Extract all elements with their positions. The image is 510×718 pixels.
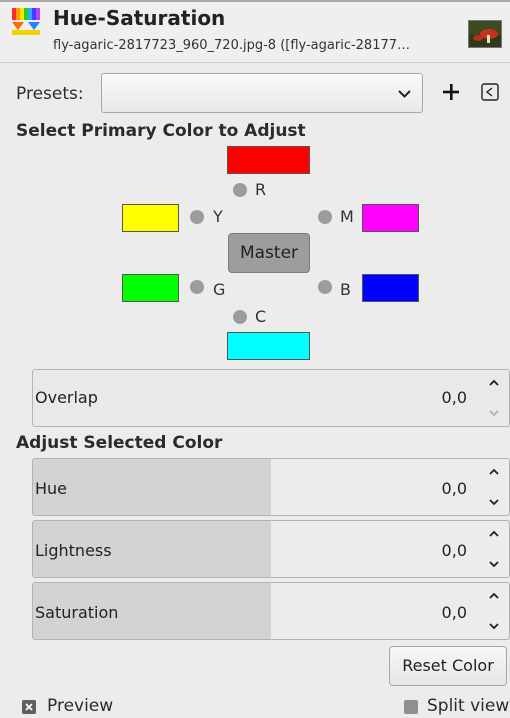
preset-menu-icon[interactable] [480,82,500,102]
increment-icon[interactable] [487,589,501,603]
preview-label: Preview [47,696,114,716]
yellow-swatch[interactable] [122,204,179,232]
decrement-icon[interactable] [487,557,501,571]
saturation-spinscale[interactable]: Saturation 0,0 [32,582,510,640]
saturation-label: Saturation [35,603,119,622]
blue-swatch[interactable] [362,274,419,302]
preview-checkbox[interactable] [22,700,36,714]
image-name: fly-agaric-2817723_960_720.jpg-8 ([fly-a… [53,38,411,53]
red-radio[interactable] [233,183,247,197]
lightness-label: Lightness [35,541,112,560]
add-preset-icon[interactable] [440,81,462,103]
yellow-radio[interactable] [190,210,204,224]
magenta-swatch[interactable] [362,204,419,232]
divider [0,62,510,63]
hue-label: Hue [35,479,68,498]
cyan-radio[interactable] [233,310,247,324]
primary-color-heading: Select Primary Color to Adjust [16,121,306,141]
red-swatch[interactable] [227,146,310,174]
chevron-down-icon [398,90,411,98]
blue-radio[interactable] [318,280,332,294]
lightness-value: 0,0 [441,541,467,560]
increment-icon[interactable] [487,465,501,479]
magenta-label: M [340,207,354,226]
green-label: G [213,280,226,299]
decrement-icon[interactable] [487,495,501,509]
green-radio[interactable] [190,280,204,294]
master-button[interactable]: Master [228,233,310,273]
increment-icon[interactable] [487,376,501,390]
overlap-label: Overlap [35,388,98,407]
hue-spinscale[interactable]: Hue 0,0 [32,458,510,516]
overlap-spinscale[interactable]: Overlap 0,0 [32,369,510,427]
yellow-label: Y [213,207,223,226]
image-thumbnail [468,20,502,48]
increment-icon[interactable] [487,527,501,541]
decrement-icon[interactable] [487,406,501,420]
hue-fill [33,459,271,515]
red-label: R [255,180,267,199]
reset-color-button[interactable]: Reset Color [389,646,507,686]
hue-saturation-icon [12,8,40,35]
saturation-value: 0,0 [441,603,467,622]
split-view-label: Split view [427,696,510,716]
cyan-label: C [255,307,267,326]
window-edge [0,0,510,2]
blue-label: B [340,280,351,299]
magenta-radio[interactable] [318,210,332,224]
lightness-spinscale[interactable]: Lightness 0,0 [32,520,510,578]
presets-label: Presets: [16,84,84,104]
presets-dropdown[interactable] [101,73,423,113]
adjust-color-heading: Adjust Selected Color [16,433,223,453]
decrement-icon[interactable] [487,619,501,633]
green-swatch[interactable] [122,274,179,302]
cyan-swatch[interactable] [227,332,310,360]
dialog-title: Hue-Saturation [53,6,226,30]
split-view-checkbox[interactable] [404,700,418,714]
overlap-value: 0,0 [441,388,467,407]
hue-value: 0,0 [441,479,467,498]
